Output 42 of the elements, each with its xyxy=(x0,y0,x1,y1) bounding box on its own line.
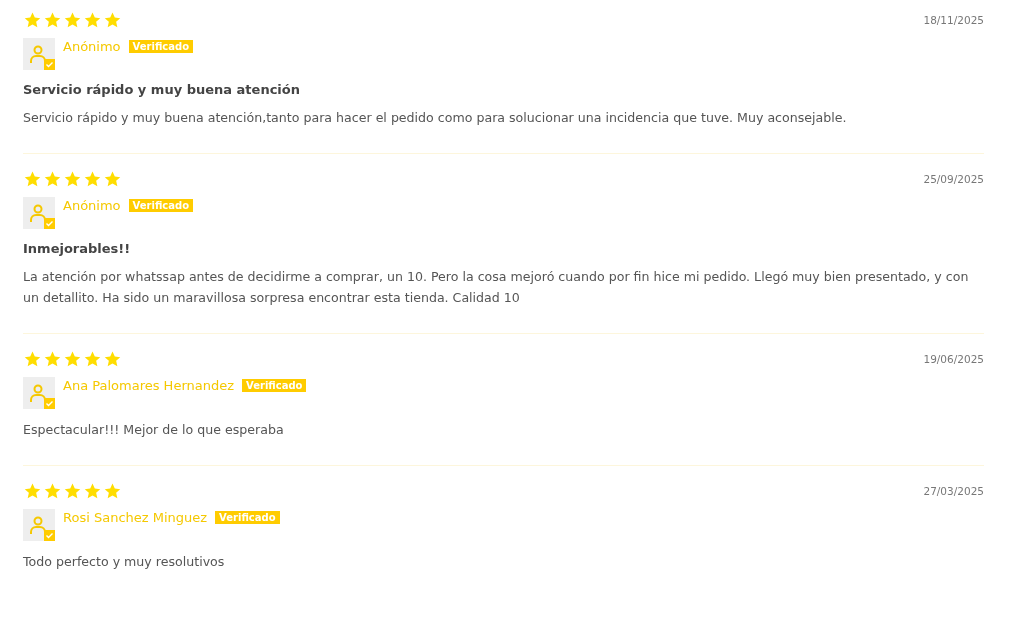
star-icon xyxy=(83,10,102,30)
star-icon xyxy=(23,349,42,369)
review-date: 19/06/2025 xyxy=(923,353,984,365)
review-date: 18/11/2025 xyxy=(923,14,984,26)
star-icon xyxy=(23,169,42,189)
star-icon xyxy=(63,169,82,189)
review-text: La atención por whatssap antes de decidirme a comprar, un 10. Pero la cosa mejoró cuando por fin hice mi pedido. Llegó muy bien presentado, y con un detallito. Ha sido un maravillosa sorpresa encontrar esta tienda. Calidad 10 xyxy=(23,268,970,307)
reviewer-name: Anónimo xyxy=(63,197,121,215)
star-icon xyxy=(63,10,82,30)
star-icon xyxy=(43,481,62,501)
star-icon xyxy=(63,481,82,501)
star-icon xyxy=(83,169,102,189)
verified-badge: Verificado xyxy=(215,511,280,524)
star-icon xyxy=(103,169,122,189)
star-icon xyxy=(83,349,102,369)
reviewer-name: Ana Palomares Hernandez xyxy=(63,377,235,395)
review-text: Todo perfecto y muy resolutivos xyxy=(23,553,226,571)
reviewer-name: Anónimo xyxy=(63,38,121,56)
star-icon xyxy=(43,349,62,369)
review-title: Inmejorables!! xyxy=(23,241,132,256)
review-text: Espectacular!!! Mejor de lo que esperaba xyxy=(23,421,285,439)
star-icon xyxy=(63,349,82,369)
review-text: Servicio rápido y muy buena atención,tanto para hacer el pedido como para solucionar una incidencia que tuve. Muy aconsejable. xyxy=(23,109,848,127)
verified-badge: Verificado xyxy=(128,40,193,53)
user-avatar-icon xyxy=(23,377,55,409)
star-icon xyxy=(103,349,122,369)
review-title: Servicio rápido y muy buena atención xyxy=(23,82,301,97)
user-avatar-icon xyxy=(23,509,55,541)
verified-badge: Verificado xyxy=(128,199,193,212)
review-date: 25/09/2025 xyxy=(923,173,984,185)
star-icon xyxy=(43,169,62,189)
user-avatar-icon xyxy=(23,197,55,229)
star-icon xyxy=(83,481,102,501)
verified-badge: Verificado xyxy=(242,379,307,392)
star-icon xyxy=(23,10,42,30)
star-icon xyxy=(43,10,62,30)
star-icon xyxy=(103,10,122,30)
star-icon xyxy=(23,481,42,501)
star-icon xyxy=(103,481,122,501)
user-avatar-icon xyxy=(23,38,55,70)
reviewer-name: Rosi Sanchez Minguez xyxy=(63,509,208,527)
review-date: 27/03/2025 xyxy=(923,485,984,497)
